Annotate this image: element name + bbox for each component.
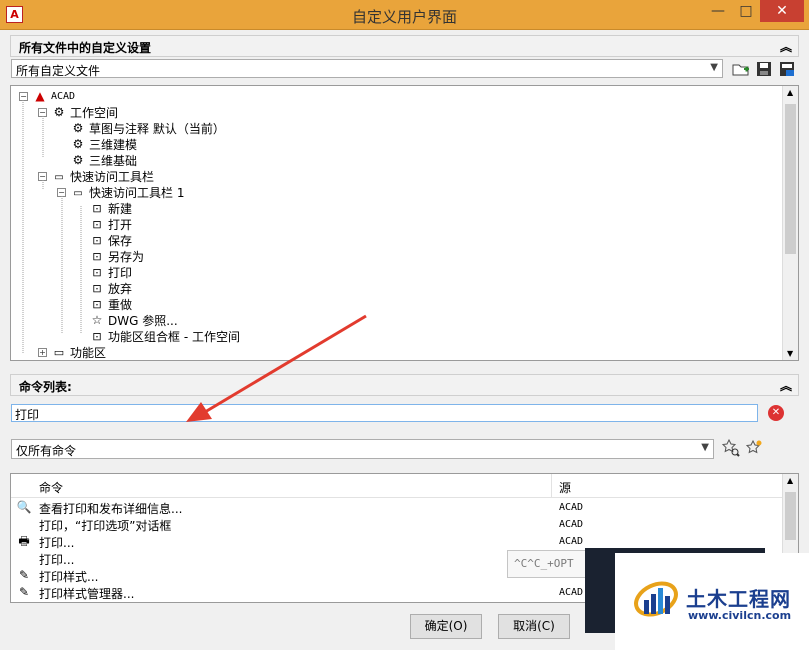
tree-scroll-thumb[interactable] — [785, 104, 796, 254]
blank-icon — [16, 550, 32, 566]
load-icon[interactable] — [778, 60, 796, 78]
command-name: 打印，“打印选项”对话框 — [39, 519, 172, 533]
collapse-icon[interactable]: ︽ — [780, 377, 792, 394]
table-row[interactable]: 🔍 查看打印和发布详细信息... ACAD — [11, 499, 783, 516]
command-source: ACAD — [559, 536, 584, 547]
tree-scrollbar[interactable]: ▲ ▼ — [782, 86, 798, 360]
save-icon[interactable] — [755, 60, 773, 78]
title-bar: A 自定义用户界面 — □ ✕ — [0, 0, 809, 30]
command-search-value: 打印 — [15, 408, 40, 422]
table-row[interactable]: 打印，“打印选项”对话框 ACAD — [11, 516, 783, 533]
command-filter-value: 仅所有命令 — [16, 444, 77, 458]
command-list-header: 命令列表: ︽ — [10, 374, 799, 396]
customization-tree[interactable]: − ▲ ACAD − ⚙ 工作空间 ⚙ 草图与注释 默认（当前） ⚙ 三维建模 ⚙ 三维基础 − ▭ 快速访… — [10, 85, 799, 361]
chevron-down-icon: ▼ — [701, 442, 709, 453]
preview-icon: 🔍 — [16, 500, 32, 514]
collapse-icon[interactable]: ︽ — [780, 38, 792, 55]
command-source: ACAD — [559, 502, 584, 513]
column-header-source[interactable]: 源 — [559, 479, 571, 496]
scroll-down-icon[interactable]: ▼ — [787, 349, 793, 358]
watermark-url: www.civilcn.com — [688, 609, 792, 622]
blank-icon — [16, 516, 32, 532]
watermark-name: 土木工程网 — [686, 587, 791, 611]
tree-connector-lines — [22, 100, 82, 353]
customization-file-select[interactable]: 所有自定义文件 ▼ — [11, 59, 723, 78]
clear-search-icon[interactable]: ✕ — [768, 405, 784, 421]
customization-file-value: 所有自定义文件 — [16, 64, 101, 78]
chevron-down-icon: ▼ — [710, 62, 718, 73]
command-table-header: 命令 源 — [11, 474, 783, 498]
command-source: ACAD — [559, 587, 584, 598]
command-name: 打印样式管理器... — [39, 587, 135, 601]
command-scroll-thumb[interactable] — [785, 492, 796, 540]
command-search-input[interactable]: 打印 — [11, 404, 758, 422]
plot-style-manager-icon: ✎ — [18, 585, 30, 599]
column-divider[interactable] — [551, 474, 552, 498]
window-title: 自定义用户界面 — [351, 8, 457, 26]
command-name: 打印样式... — [39, 570, 99, 584]
column-header-command[interactable]: 命令 — [39, 479, 63, 496]
command-source: ACAD — [559, 519, 584, 530]
open-folder-icon[interactable] — [732, 60, 750, 78]
plot-style-icon: ✎ — [18, 568, 30, 582]
printer-icon: 🖶 — [18, 534, 30, 548]
minimize-icon[interactable]: — — [704, 0, 732, 22]
watermark-logo-icon — [634, 581, 678, 617]
command-filter-select[interactable]: 仅所有命令 ▼ — [11, 439, 714, 459]
command-list-title: 命令列表: — [19, 380, 72, 394]
ok-button[interactable]: 确定(O) — [410, 614, 482, 639]
find-command-icon[interactable] — [721, 438, 740, 457]
command-name: 打印... — [39, 553, 75, 567]
command-name: 查看打印和发布详细信息... — [39, 502, 183, 516]
cancel-button[interactable]: 取消(C) — [498, 614, 570, 639]
scroll-up-icon[interactable]: ▲ — [787, 476, 793, 485]
command-name: 打印... — [39, 536, 75, 550]
customizations-title: 所有文件中的自定义设置 — [19, 41, 152, 55]
new-command-icon[interactable] — [745, 439, 763, 457]
maximize-icon[interactable]: □ — [732, 0, 760, 22]
close-icon[interactable]: ✕ — [760, 0, 804, 22]
scroll-up-icon[interactable]: ▲ — [787, 88, 793, 97]
customizations-header: 所有文件中的自定义设置 ︽ — [10, 35, 799, 57]
